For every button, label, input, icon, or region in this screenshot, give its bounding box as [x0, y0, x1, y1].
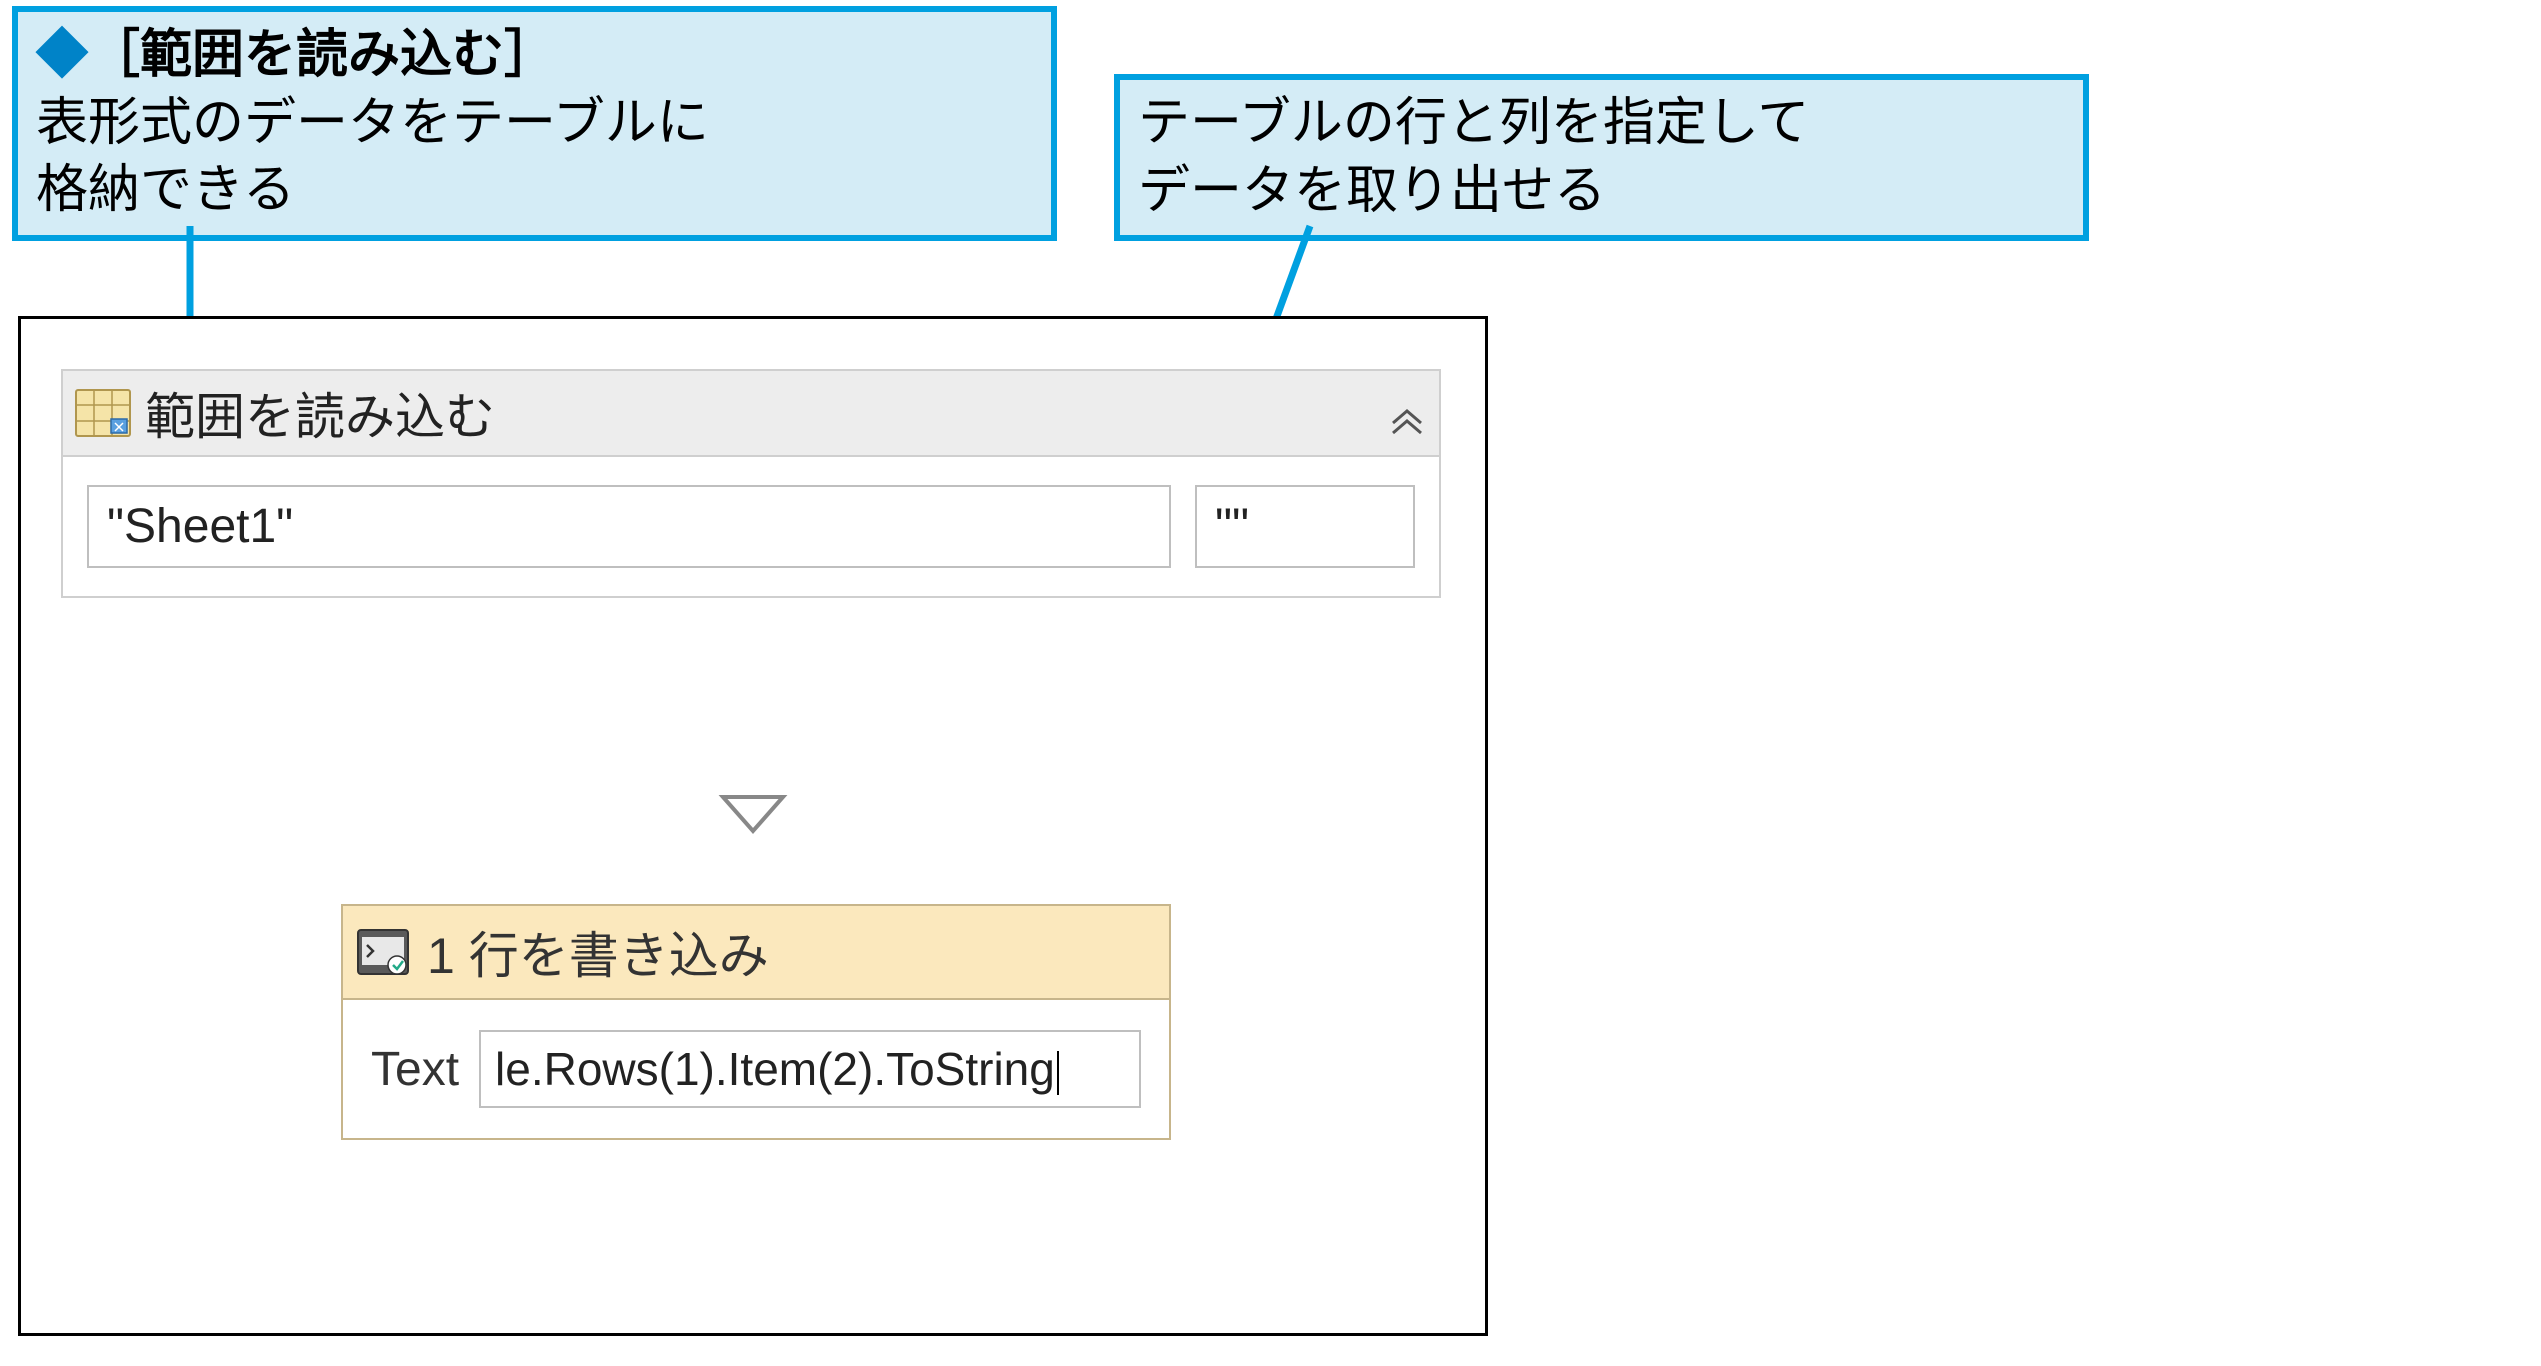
callout-diamond: ◆: [36, 26, 88, 84]
sheet-name-input[interactable]: "Sheet1": [87, 485, 1171, 568]
callout-row-col: テーブルの行と列を指定して データを取り出せる: [1114, 74, 2089, 241]
write-line-text-input[interactable]: le.Rows(1).Item(2).ToString: [479, 1030, 1141, 1108]
excel-range-icon: [75, 389, 131, 437]
write-line-text-label: Text: [371, 1042, 459, 1097]
callout-read-range: ◆［範囲を読み込む］ 表形式のデータをテーブルに 格納できる: [12, 6, 1057, 241]
callout-right-line2: データを取り出せる: [1138, 162, 1606, 220]
activity-write-line-title: 1 行を書き込み: [427, 916, 769, 988]
activity-read-range[interactable]: 範囲を読み込む "Sheet1" "": [61, 369, 1441, 598]
flow-arrow-icon: [718, 789, 788, 839]
range-input[interactable]: "": [1195, 485, 1415, 568]
sheet-name-value: "Sheet1": [107, 499, 293, 554]
activity-write-line-header[interactable]: 1 行を書き込み: [343, 906, 1169, 1000]
console-icon: [357, 929, 409, 975]
text-caret: [1057, 1051, 1059, 1095]
collapse-chevron-icon[interactable]: [1387, 393, 1427, 433]
activity-read-range-header[interactable]: 範囲を読み込む: [63, 371, 1439, 457]
callout-title: ［範囲を読み込む］: [88, 26, 556, 84]
activity-write-line-body: Text le.Rows(1).Item(2).ToString: [343, 1000, 1169, 1138]
range-value: "": [1215, 499, 1249, 554]
callout-right-line1: テーブルの行と列を指定して: [1138, 94, 1809, 152]
workflow-container: 範囲を読み込む "Sheet1" "": [18, 316, 1488, 1336]
write-line-text-value: le.Rows(1).Item(2).ToString: [495, 1043, 1055, 1095]
activity-read-range-body: "Sheet1" "": [63, 457, 1439, 596]
callout-body-line1: 表形式のデータをテーブルに: [36, 94, 709, 152]
callout-body-line2: 格納できる: [36, 161, 295, 219]
activity-write-line[interactable]: 1 行を書き込み Text le.Rows(1).Item(2).ToStrin…: [341, 904, 1171, 1140]
activity-read-range-title: 範囲を読み込む: [145, 377, 495, 449]
